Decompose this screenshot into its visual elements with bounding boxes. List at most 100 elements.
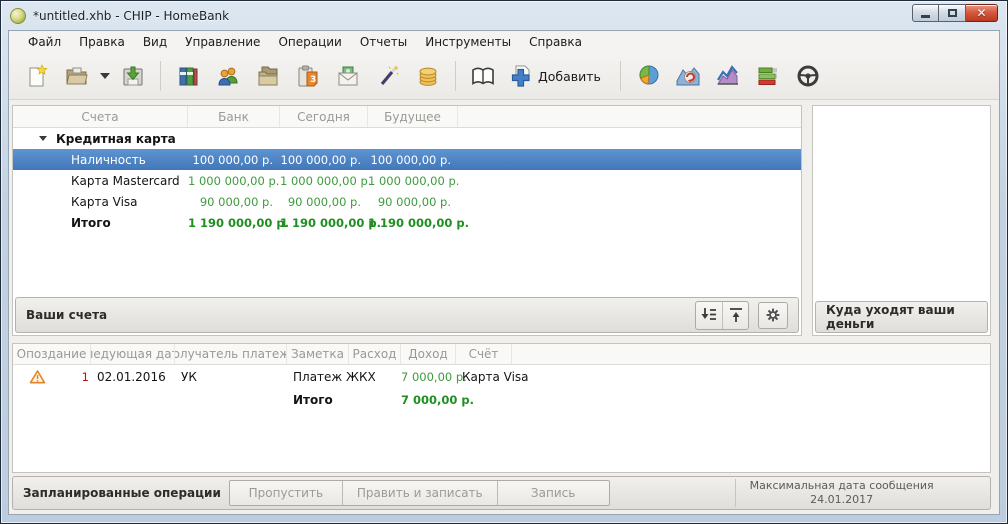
payees-button[interactable]	[209, 57, 247, 95]
column-header-next-date[interactable]: следующая дата	[91, 344, 175, 364]
pie-chart-icon	[636, 64, 660, 88]
accounts-settings-button[interactable]	[758, 302, 788, 329]
vehicle-cost-button[interactable]	[789, 57, 827, 95]
column-header-account[interactable]: Счёт	[456, 344, 512, 364]
toolbar-separator	[160, 61, 161, 91]
column-header-bank[interactable]: Банк	[188, 106, 280, 127]
maximize-button[interactable]	[939, 4, 966, 22]
svg-text:3: 3	[310, 75, 316, 85]
memo-cell: Платеж ЖКХ	[287, 370, 349, 384]
minimize-icon	[921, 15, 930, 18]
scheduled-total-row: Итого 7 000,00 р.	[13, 388, 990, 411]
menu-tools[interactable]: Инструменты	[416, 32, 520, 52]
column-header-memo[interactable]: Заметка	[287, 344, 349, 364]
titlebar[interactable]: *untitled.xhb - CHIP - HomeBank ✕	[2, 2, 1006, 30]
expand-all-icon	[700, 306, 718, 324]
toolbar: 3 Добавить	[9, 53, 999, 100]
new-file-icon	[25, 64, 49, 88]
table-row-mastercard[interactable]: Карта Mastercard 1 000 000,00 р. 1 000 0…	[13, 170, 801, 191]
collapse-all-icon	[727, 306, 745, 324]
accounts-panel: Счета Банк Сегодня Будущее Кредитная кар…	[12, 105, 802, 336]
skip-button[interactable]: Пропустить	[230, 481, 342, 505]
report-button[interactable]	[464, 57, 502, 95]
menu-file[interactable]: Файл	[19, 32, 70, 52]
steering-wheel-icon	[796, 64, 820, 88]
gear-icon	[764, 306, 782, 324]
column-header-future[interactable]: Будущее	[368, 106, 458, 127]
save-button[interactable]	[114, 57, 152, 95]
tree-expander-icon[interactable]	[39, 136, 47, 141]
open-book-icon	[470, 64, 496, 88]
menu-transactions[interactable]: Операции	[269, 32, 350, 52]
edit-and-post-button[interactable]: Править и записать	[342, 481, 497, 505]
maximize-icon	[948, 9, 957, 17]
column-header-today[interactable]: Сегодня	[280, 106, 368, 127]
add-transaction-button[interactable]: Добавить	[503, 57, 613, 95]
currencies-button[interactable]	[409, 57, 447, 95]
menu-edit[interactable]: Правка	[70, 32, 134, 52]
scheduled-icon: 3	[296, 64, 320, 88]
window-title: *untitled.xhb - CHIP - HomeBank	[33, 9, 229, 23]
menu-reports[interactable]: Отчеты	[351, 32, 416, 52]
menu-help[interactable]: Справка	[520, 32, 591, 52]
income-cell: 7 000,00 р.	[401, 370, 456, 384]
account-group-row[interactable]: Кредитная карта	[13, 128, 801, 149]
column-header-accounts[interactable]: Счета	[13, 106, 188, 127]
spending-chart-area	[813, 106, 990, 299]
post-button[interactable]: Запись	[497, 481, 609, 505]
main-area: Счета Банк Сегодня Будущее Кредитная кар…	[12, 105, 991, 336]
account-group-label: Кредитная карта	[56, 132, 176, 146]
add-icon	[509, 64, 533, 88]
window-content: Файл Правка Вид Управление Операции Отче…	[8, 30, 1000, 515]
late-count: 1	[82, 370, 89, 384]
budget-icon	[336, 64, 360, 88]
accounts-footer-buttons	[695, 301, 788, 330]
open-recent-dropdown[interactable]	[97, 57, 113, 95]
budget-report-button[interactable]	[749, 57, 787, 95]
scheduled-row[interactable]: 1 02.01.2016 УК Платеж ЖКХ 7 000,00 р. К…	[13, 365, 990, 388]
scheduled-footer-bar: Запланированные операции Пропустить Прав…	[12, 476, 991, 510]
column-header-income[interactable]: Доход	[401, 344, 456, 364]
accounts-button[interactable]	[169, 57, 207, 95]
column-header-late[interactable]: Опоздание	[13, 344, 91, 364]
account-cell: Карта Visa	[456, 370, 512, 384]
close-icon: ✕	[976, 7, 986, 19]
table-row-visa[interactable]: Карта Visa 90 000,00 р. 90 000,00 р. 90 …	[13, 191, 801, 212]
accounts-table-header: Счета Банк Сегодня Будущее	[13, 106, 801, 128]
trend-report-button[interactable]	[709, 57, 747, 95]
minimize-button[interactable]	[912, 4, 939, 22]
categories-button[interactable]	[249, 57, 287, 95]
scheduled-footer-label: Запланированные операции	[23, 486, 221, 500]
scheduled-table-header: Опоздание следующая дата Получатель плат…	[13, 344, 990, 365]
scheduled-section: Опоздание следующая дата Получатель плат…	[12, 343, 991, 510]
menu-manage[interactable]: Управление	[176, 32, 269, 52]
close-button[interactable]: ✕	[966, 4, 998, 22]
collapse-all-button[interactable]	[722, 302, 748, 329]
trend-chart-icon	[715, 64, 741, 88]
column-header-payee[interactable]: Получатель платежа	[175, 344, 287, 364]
column-header-filler	[512, 344, 990, 364]
accounts-footer-label: Ваши счета	[26, 308, 107, 322]
expand-all-button[interactable]	[696, 302, 722, 329]
toolbar-separator	[620, 61, 621, 91]
scheduled-total-label: Итого	[287, 393, 349, 407]
max-post-date-label: Максимальная дата сообщения	[750, 479, 934, 493]
new-file-button[interactable]	[18, 57, 56, 95]
categories-icon	[256, 64, 280, 88]
save-icon	[121, 64, 145, 88]
assignments-button[interactable]	[369, 57, 407, 95]
balance-report-button[interactable]	[669, 57, 707, 95]
menu-view[interactable]: Вид	[134, 32, 176, 52]
max-post-date-value: 24.01.2017	[750, 493, 934, 507]
open-folder-icon	[64, 64, 90, 88]
column-header-expense[interactable]: Расход	[349, 344, 401, 364]
add-button-label: Добавить	[538, 69, 601, 84]
max-post-date-info: Максимальная дата сообщения 24.01.2017	[735, 479, 934, 508]
chart-footer-bar: Куда уходят ваши деньги	[815, 301, 988, 333]
scheduled-button[interactable]: 3	[289, 57, 327, 95]
open-file-button[interactable]	[58, 57, 96, 95]
next-date-cell: 02.01.2016	[91, 370, 175, 384]
table-row-cash[interactable]: Наличность 100 000,00 р. 100 000,00 р. 1…	[13, 149, 801, 170]
statistics-report-button[interactable]	[629, 57, 667, 95]
budget-button[interactable]	[329, 57, 367, 95]
